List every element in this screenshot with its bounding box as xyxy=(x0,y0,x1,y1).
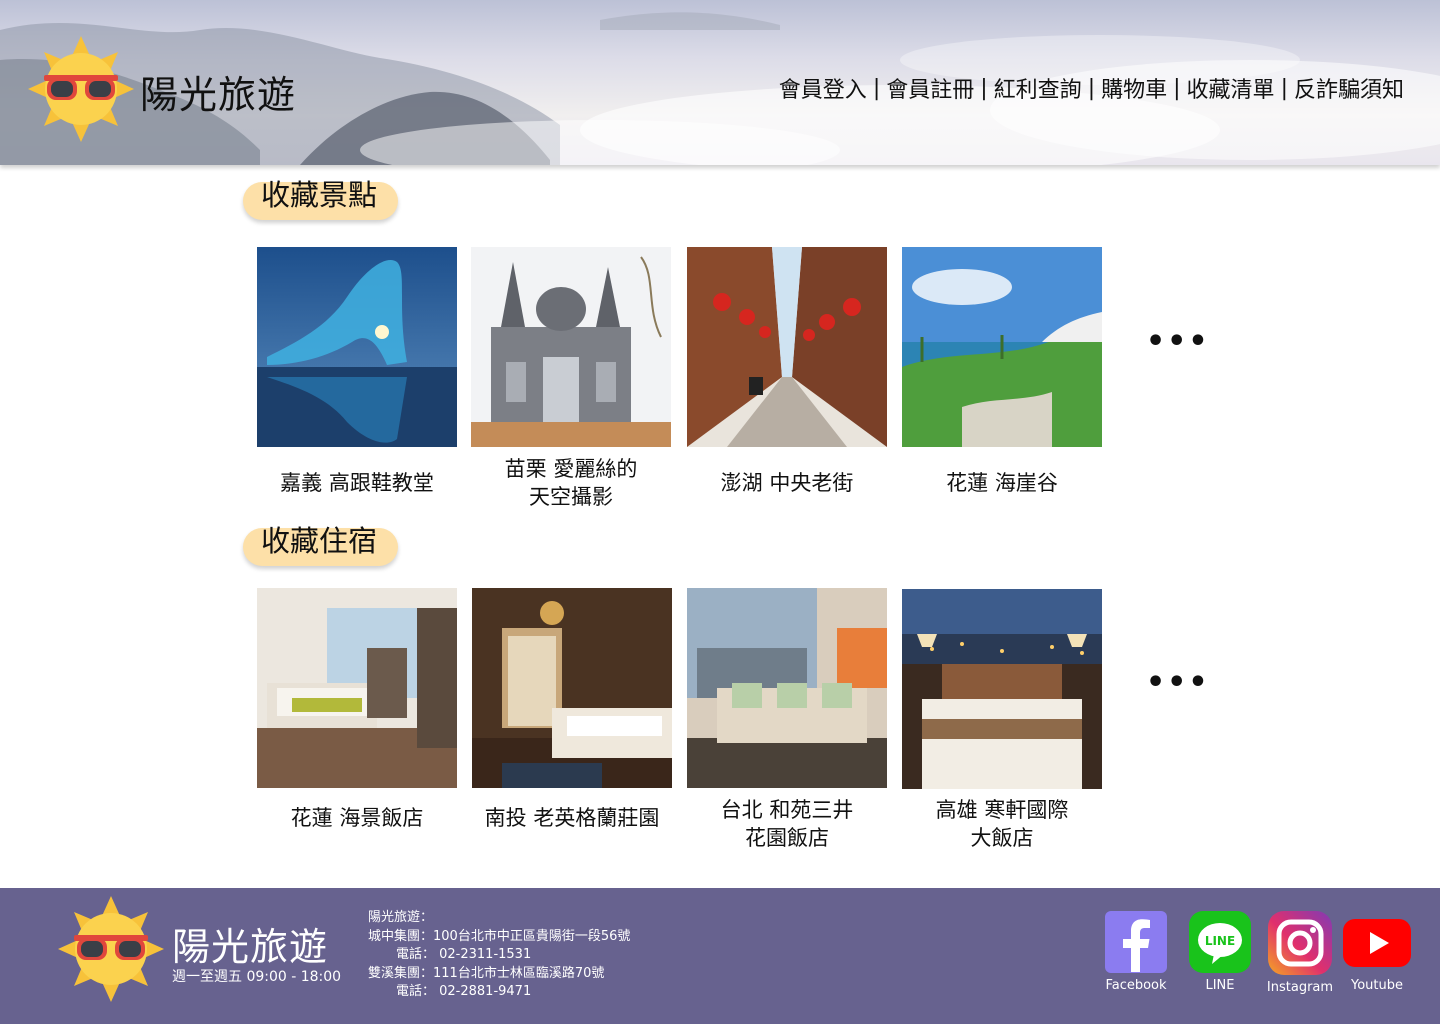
caption-line-1: 花蓮 海景飯店 xyxy=(290,806,424,830)
caption-line-1: 台北 和苑三井 xyxy=(720,798,854,822)
attraction-caption: 苗栗 愛麗絲的 天空攝影 xyxy=(456,455,686,511)
instagram-link[interactable]: Instagram xyxy=(1260,910,1340,995)
nav-bonus-query[interactable]: 紅利查詢 xyxy=(994,72,1082,104)
site-header: 陽光旅遊 會員登入 | 會員註冊 | 紅利查詢 | 購物車 | 收藏清單 | 反… xyxy=(0,0,1440,165)
attraction-card[interactable]: 花蓮 海崖谷 xyxy=(902,247,1102,495)
caption-line-1: 南投 老英格蘭莊園 xyxy=(484,806,660,830)
lodging-photo-hanshan-grand-hotel[interactable] xyxy=(902,589,1102,789)
attraction-card[interactable]: 苗栗 愛麗絲的 天空攝影 xyxy=(471,247,671,509)
attraction-photo-alice-sky[interactable] xyxy=(471,247,671,447)
caption-line-2: 天空攝影 xyxy=(529,485,613,509)
nav-separator: | xyxy=(980,75,988,101)
attraction-caption: 花蓮 海崖谷 xyxy=(887,469,1117,497)
footer-brand-name: 陽光旅遊 xyxy=(172,925,329,969)
instagram-label: Instagram xyxy=(1266,980,1334,995)
caption-line-1: 苗栗 愛麗絲的 xyxy=(504,457,638,481)
youtube-icon[interactable] xyxy=(1342,910,1412,974)
sun-sunglasses-logo-icon[interactable] xyxy=(58,896,164,1002)
nav-favorites-list[interactable]: 收藏清單 xyxy=(1187,72,1275,104)
lodging-caption: 高雄 寒軒國際 大飯店 xyxy=(887,796,1117,852)
attraction-caption: 嘉義 高跟鞋教堂 xyxy=(242,469,472,497)
section-title-text: 收藏住宿 xyxy=(261,524,378,558)
sun-sunglasses-logo-icon[interactable] xyxy=(28,36,134,142)
brand-name[interactable]: 陽光旅遊 xyxy=(140,64,296,119)
facebook-label: Facebook xyxy=(1105,978,1167,993)
attraction-card[interactable]: 嘉義 高跟鞋教堂 xyxy=(257,247,457,495)
section-title-attractions: 收藏景點 xyxy=(243,172,398,220)
footer-branch-1-phone: 電話： 02-2311-1531 xyxy=(396,947,532,962)
lodging-card[interactable]: 高雄 寒軒國際 大飯店 xyxy=(902,589,1102,850)
lodging-more-button[interactable]: ••• xyxy=(1146,665,1210,700)
facebook-link[interactable]: Facebook xyxy=(1096,910,1176,993)
attraction-card[interactable]: 澎湖 中央老街 xyxy=(687,247,887,495)
youtube-link[interactable]: Youtube xyxy=(1337,910,1417,993)
attraction-photo-high-heel-church[interactable] xyxy=(257,247,457,447)
line-label: LINE xyxy=(1205,978,1235,993)
nav-separator: | xyxy=(1173,75,1181,101)
facebook-icon[interactable] xyxy=(1104,910,1168,974)
caption-line-1: 嘉義 高跟鞋教堂 xyxy=(280,471,434,495)
lodging-photo-hualien-seaview-hotel[interactable] xyxy=(257,588,457,788)
nav-separator: | xyxy=(1087,75,1096,101)
attractions-more-button[interactable]: ••• xyxy=(1146,324,1210,359)
nav-separator: | xyxy=(872,75,881,101)
caption-line-2: 大飯店 xyxy=(970,826,1034,850)
footer-business-hours: 週一至週五 09:00 - 18:00 xyxy=(172,969,342,985)
youtube-label: Youtube xyxy=(1351,978,1403,993)
footer-branch-2-address: 雙溪集團：111台北市士林區臨溪路70號 xyxy=(368,965,605,981)
caption-line-1: 澎湖 中央老街 xyxy=(720,471,854,495)
attraction-photo-hualien-cliff-valley[interactable] xyxy=(902,247,1102,447)
site-footer: 陽光旅遊 週一至週五 09:00 - 18:00 陽光旅遊： 城中集團：100台… xyxy=(0,888,1440,1024)
caption-line-1: 花蓮 海崖谷 xyxy=(946,471,1058,495)
lodging-card[interactable]: 南投 老英格蘭莊園 xyxy=(472,588,672,830)
nav-separator: | xyxy=(1280,75,1288,101)
lodging-card[interactable]: 台北 和苑三井 花園飯店 xyxy=(687,588,887,850)
lodging-caption: 台北 和苑三井 花園飯店 xyxy=(672,796,902,852)
caption-line-2: 花園飯店 xyxy=(745,826,829,850)
nav-shopping-cart[interactable]: 購物車 xyxy=(1101,72,1167,104)
section-title-text: 收藏景點 xyxy=(261,178,378,212)
lodging-card[interactable]: 花蓮 海景飯店 xyxy=(257,588,457,830)
line-icon[interactable]: LINE xyxy=(1188,910,1252,974)
lodging-photo-mitsui-garden-hotel[interactable] xyxy=(687,588,887,788)
nav-member-login[interactable]: 會員登入 xyxy=(779,72,867,104)
lodging-caption: 花蓮 海景飯店 xyxy=(242,804,472,832)
caption-line-1: 高雄 寒軒國際 xyxy=(935,798,1069,822)
section-title-lodging: 收藏住宿 xyxy=(243,518,398,566)
svg-text:LINE: LINE xyxy=(1205,934,1235,948)
lodging-caption: 南投 老英格蘭莊園 xyxy=(457,804,687,832)
nav-anti-fraud-notice[interactable]: 反詐騙須知 xyxy=(1294,72,1404,104)
footer-contact-info: 陽光旅遊： 城中集團：100台北市中正區貴陽街一段56號 電話： 02-2311… xyxy=(368,909,630,1002)
top-nav: 會員登入 | 會員註冊 | 紅利查詢 | 購物車 | 收藏清單 | 反詐騙須知 xyxy=(779,72,1404,104)
footer-company-label: 陽光旅遊： xyxy=(368,910,434,925)
instagram-icon[interactable] xyxy=(1267,910,1333,976)
footer-branch-2-phone: 電話： 02-2881-9471 xyxy=(396,984,532,999)
attraction-caption: 澎湖 中央老街 xyxy=(672,469,902,497)
attraction-photo-penghu-old-street[interactable] xyxy=(687,247,887,447)
nav-member-register[interactable]: 會員註冊 xyxy=(886,72,974,104)
footer-branch-1-address: 城中集團：100台北市中正區貴陽街一段56號 xyxy=(368,928,631,944)
lodging-photo-old-england-manor[interactable] xyxy=(472,588,672,788)
line-link[interactable]: LINE LINE xyxy=(1180,910,1260,993)
